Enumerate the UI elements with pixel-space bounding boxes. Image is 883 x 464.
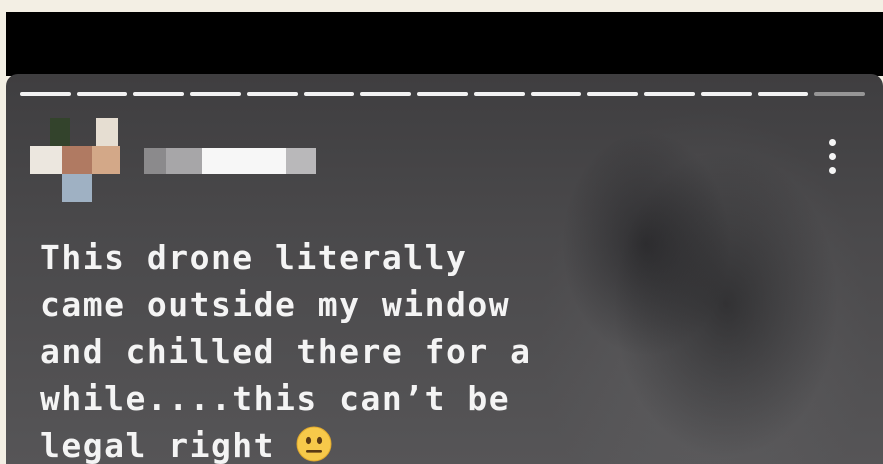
avatar-pixel [50, 118, 70, 146]
caption-line: while....this can’t be [40, 379, 511, 418]
progress-segment [190, 92, 241, 96]
story-caption: This drone literally came outside my win… [40, 234, 740, 464]
caption-line: This drone literally [40, 238, 468, 277]
story-viewer[interactable]: This drone literally came outside my win… [6, 74, 883, 464]
more-options-button[interactable] [818, 134, 846, 178]
progress-segment [644, 92, 695, 96]
progress-segment [757, 92, 809, 96]
username-blurred[interactable] [144, 148, 316, 174]
progress-segment [303, 92, 355, 96]
screenshot-frame: This drone literally came outside my win… [0, 0, 883, 464]
progress-segment [360, 92, 412, 96]
username-pixel [144, 148, 166, 174]
avatar-pixel [62, 146, 92, 174]
top-black-bar [6, 12, 883, 76]
more-vertical-icon [828, 152, 836, 160]
story-progress-bar [20, 92, 866, 97]
progress-segment [700, 92, 752, 96]
progress-segment [473, 92, 525, 96]
more-vertical-icon [828, 166, 836, 174]
progress-segment [133, 92, 185, 96]
neutral-face-emoji-icon [296, 426, 332, 461]
avatar-pixel [92, 146, 120, 174]
progress-segment [417, 92, 468, 96]
username-pixel [286, 148, 316, 174]
avatar-pixel [96, 118, 118, 146]
progress-segment [530, 92, 582, 96]
avatar[interactable] [30, 118, 120, 204]
caption-line: came outside my window [40, 285, 511, 324]
avatar-pixel [30, 146, 62, 174]
progress-segment [814, 92, 866, 96]
avatar-pixel [62, 174, 92, 202]
more-vertical-icon [828, 138, 836, 146]
progress-segment [76, 92, 128, 96]
progress-segment [587, 92, 639, 96]
progress-segment [246, 92, 298, 96]
caption-line: legal right [40, 426, 297, 464]
username-pixel [166, 148, 202, 174]
username-pixel [202, 148, 286, 174]
caption-line: and chilled there for a [40, 332, 532, 371]
progress-segment [20, 92, 71, 96]
